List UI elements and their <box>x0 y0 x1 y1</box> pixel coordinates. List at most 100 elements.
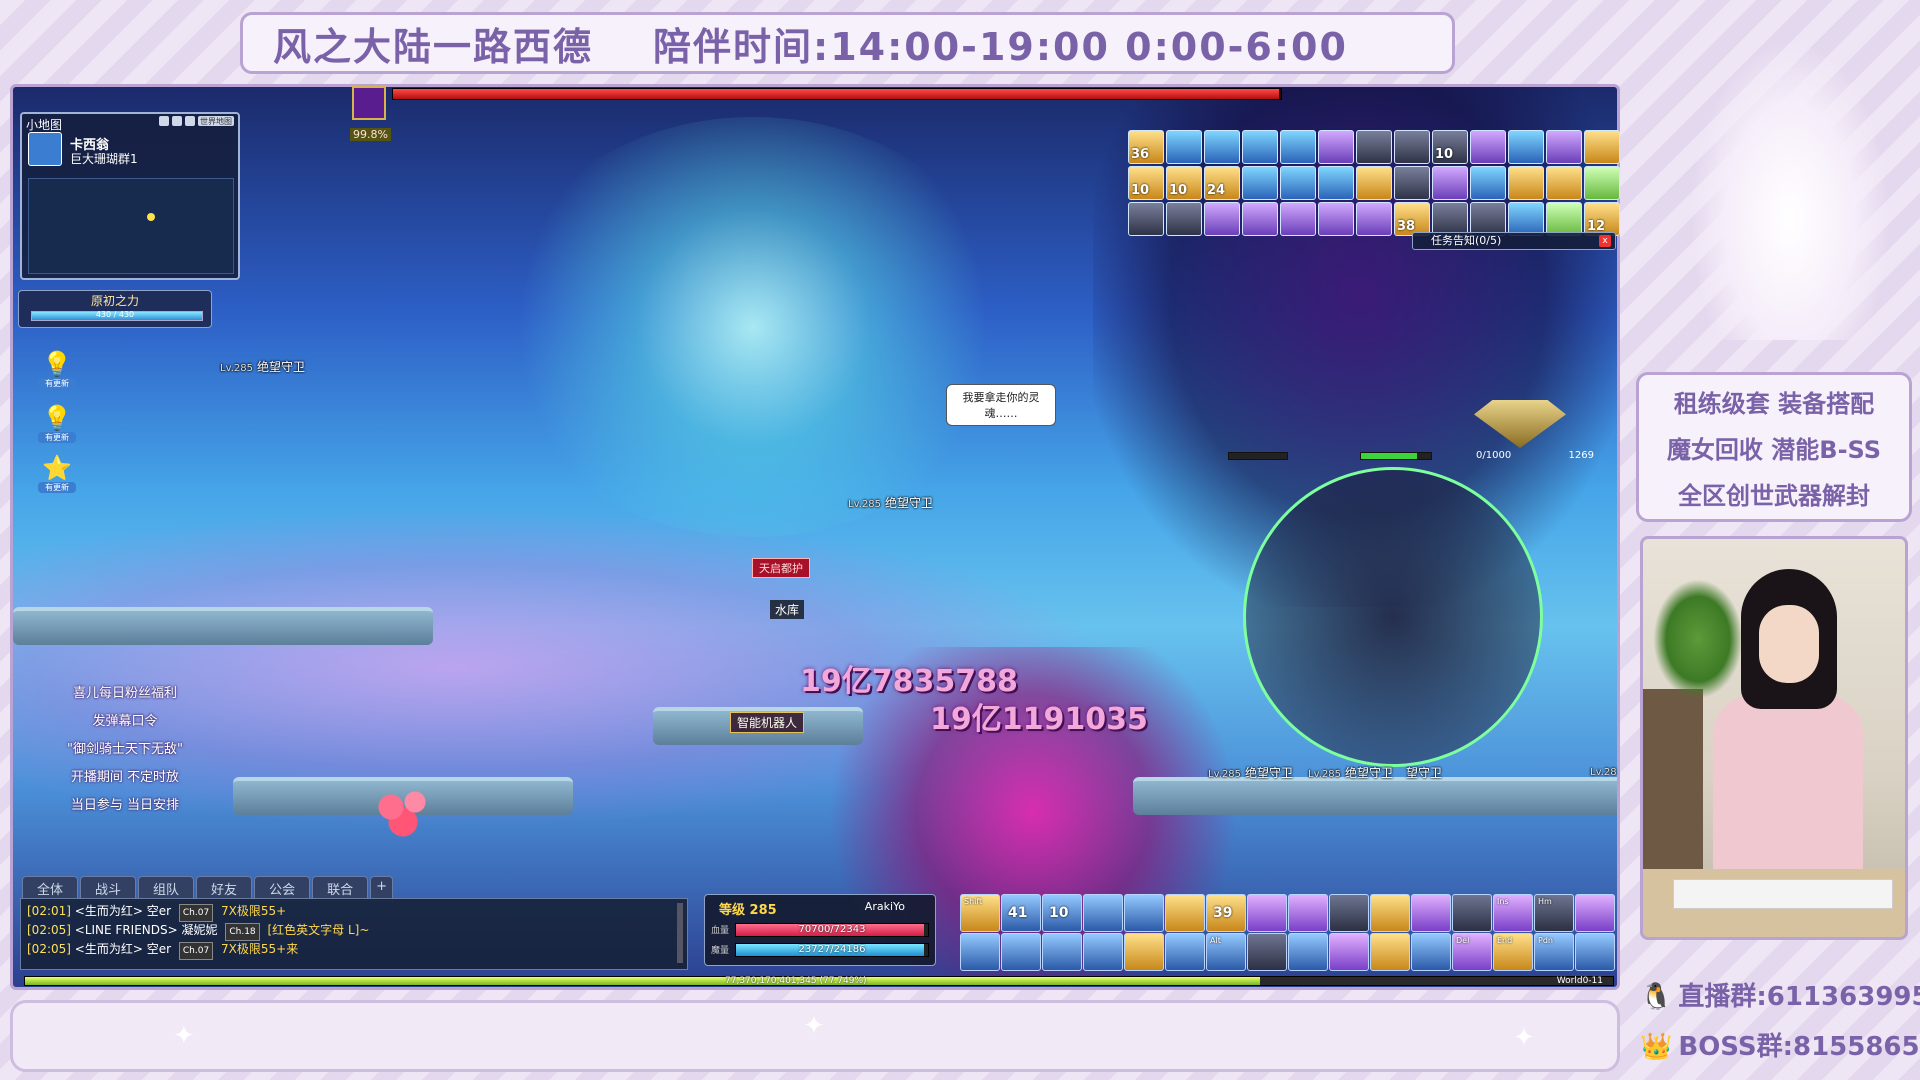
skill-slot[interactable] <box>1247 933 1287 971</box>
buff-icon[interactable] <box>1546 202 1582 236</box>
quest-notice-bar[interactable]: 任务告知(0/5) x <box>1412 232 1616 250</box>
minimap-toggle-button[interactable] <box>159 116 169 126</box>
skill-slot[interactable] <box>1001 933 1041 971</box>
mob-hp-bar <box>1228 452 1288 460</box>
buff-icon[interactable] <box>1242 202 1278 236</box>
buff-icon[interactable] <box>1204 130 1240 164</box>
skill-slot[interactable]: Shift <box>960 894 1000 932</box>
buff-icon[interactable] <box>1318 166 1354 200</box>
buff-icon[interactable]: 38 <box>1394 202 1430 236</box>
boss-sprite[interactable] <box>1243 467 1543 767</box>
buff-icon[interactable] <box>1394 166 1430 200</box>
buff-icon[interactable] <box>1242 166 1278 200</box>
side-notice-1[interactable]: 💡 有更新 <box>38 350 76 389</box>
buff-icon[interactable] <box>1394 130 1430 164</box>
buff-icon[interactable] <box>1546 130 1582 164</box>
skill-slot[interactable]: Del <box>1452 933 1492 971</box>
skill-slot[interactable] <box>1288 933 1328 971</box>
buff-icon[interactable] <box>1584 130 1620 164</box>
buff-icon[interactable] <box>1432 166 1468 200</box>
skill-slot[interactable] <box>1411 933 1451 971</box>
buff-icon[interactable] <box>1166 130 1202 164</box>
buff-icon[interactable] <box>1128 202 1164 236</box>
skill-slot[interactable] <box>1370 933 1410 971</box>
skill-slot[interactable]: Alt <box>1206 933 1246 971</box>
boss-hp-fill <box>393 89 1280 99</box>
buff-icon[interactable] <box>1166 202 1202 236</box>
skill-slot[interactable] <box>1575 933 1615 971</box>
spell-effect-cyan <box>493 117 1013 537</box>
minimap[interactable]: 小地图 世界地图 卡西翁 巨大珊瑚群1 <box>20 112 240 280</box>
buff-icon[interactable] <box>1584 166 1620 200</box>
rank-emblem[interactable]: 0/1000 1269 <box>1440 400 1600 464</box>
buff-icon[interactable]: 10 <box>1128 166 1164 200</box>
buff-icon[interactable] <box>1204 202 1240 236</box>
buff-icon[interactable] <box>1280 202 1316 236</box>
buff-icon[interactable]: 36 <box>1128 130 1164 164</box>
minimap-collapse-button[interactable] <box>172 116 182 126</box>
buff-icon[interactable] <box>1508 202 1544 236</box>
chat-scrollbar[interactable] <box>677 903 683 963</box>
bunny-decoration <box>1690 40 1890 340</box>
buff-icon[interactable] <box>1356 166 1392 200</box>
buff-icon[interactable] <box>1546 166 1582 200</box>
world-map-button[interactable]: 世界地图 <box>198 116 234 126</box>
side-notice-3[interactable]: ⭐ 有更新 <box>38 454 76 493</box>
skill-slot[interactable]: End <box>1493 933 1533 971</box>
skill-slot[interactable]: Ins <box>1493 894 1533 932</box>
buff-icon[interactable]: 24 <box>1204 166 1240 200</box>
buff-icon[interactable] <box>1470 202 1506 236</box>
skill-slot[interactable] <box>1042 933 1082 971</box>
buff-icon[interactable] <box>1508 166 1544 200</box>
emblem-level: 1269 <box>1568 450 1594 461</box>
chat-message[interactable]: [02:01] <生而为红> 空er Ch.07 7X极限55+ <box>27 903 681 922</box>
chat-log[interactable]: [02:01] <生而为红> 空er Ch.07 7X极限55+ [02:05]… <box>20 898 688 970</box>
skill-slot[interactable] <box>1083 933 1123 971</box>
skill-slot[interactable]: 39 <box>1206 894 1246 932</box>
side-notice-2[interactable]: 💡 有更新 <box>38 404 76 443</box>
skill-slot[interactable] <box>1124 933 1164 971</box>
buff-icon[interactable] <box>1280 166 1316 200</box>
buff-icon[interactable] <box>1280 130 1316 164</box>
skill-slot[interactable] <box>1411 894 1451 932</box>
buff-icon[interactable] <box>1470 166 1506 200</box>
skill-slot[interactable] <box>1165 933 1205 971</box>
skill-slot[interactable] <box>1575 894 1615 932</box>
buff-icon[interactable] <box>1356 202 1392 236</box>
skill-slot[interactable] <box>1288 894 1328 932</box>
buff-icon[interactable] <box>1432 202 1468 236</box>
chat-message[interactable]: [02:05] <生而为红> 空er Ch.07 7X极限55+来 <box>27 941 681 960</box>
close-icon[interactable]: x <box>1599 235 1611 247</box>
skill-slot[interactable] <box>1083 894 1123 932</box>
minimap-expand-button[interactable] <box>185 116 195 126</box>
buff-icon[interactable] <box>1508 130 1544 164</box>
buff-icon[interactable] <box>1318 202 1354 236</box>
buff-icon[interactable]: 10 <box>1166 166 1202 200</box>
buff-icon[interactable] <box>1470 130 1506 164</box>
buff-icon[interactable]: 12 <box>1584 202 1620 236</box>
skill-slot[interactable] <box>1452 894 1492 932</box>
stream-banner: 风之大陆一路西德 陪伴时间:14:00-19:00 0:00-6:00 <box>240 12 1455 74</box>
skill-slot[interactable] <box>1165 894 1205 932</box>
skill-slot[interactable]: 10 <box>1042 894 1082 932</box>
buff-icon[interactable] <box>1318 130 1354 164</box>
buff-icon[interactable]: 10 <box>1432 130 1468 164</box>
chat-message[interactable]: [02:05] <LINE FRIENDS> 凝妮妮 Ch.18 [红色英文字母… <box>27 922 681 941</box>
hp-label: 血量 <box>711 926 730 936</box>
buff-icon[interactable] <box>1242 130 1278 164</box>
skill-slot[interactable] <box>960 933 1000 971</box>
chat-time: [02:01] <box>27 904 71 918</box>
skill-slot[interactable]: Pdn <box>1534 933 1574 971</box>
penguin-icon: 🐧 <box>1640 982 1673 1012</box>
skill-slot[interactable] <box>1247 894 1287 932</box>
skill-slot[interactable] <box>1370 894 1410 932</box>
service-line: 租练级套 装备搭配 <box>1673 390 1875 418</box>
skill-slot[interactable] <box>1124 894 1164 932</box>
skill-slot[interactable]: 41 <box>1001 894 1041 932</box>
character-nameplate[interactable]: 水库 <box>770 600 805 619</box>
buff-icon[interactable] <box>1356 130 1392 164</box>
skill-slot[interactable]: Hm <box>1534 894 1574 932</box>
skill-slot[interactable] <box>1329 933 1369 971</box>
minimap-view[interactable] <box>28 178 234 274</box>
skill-slot[interactable] <box>1329 894 1369 932</box>
